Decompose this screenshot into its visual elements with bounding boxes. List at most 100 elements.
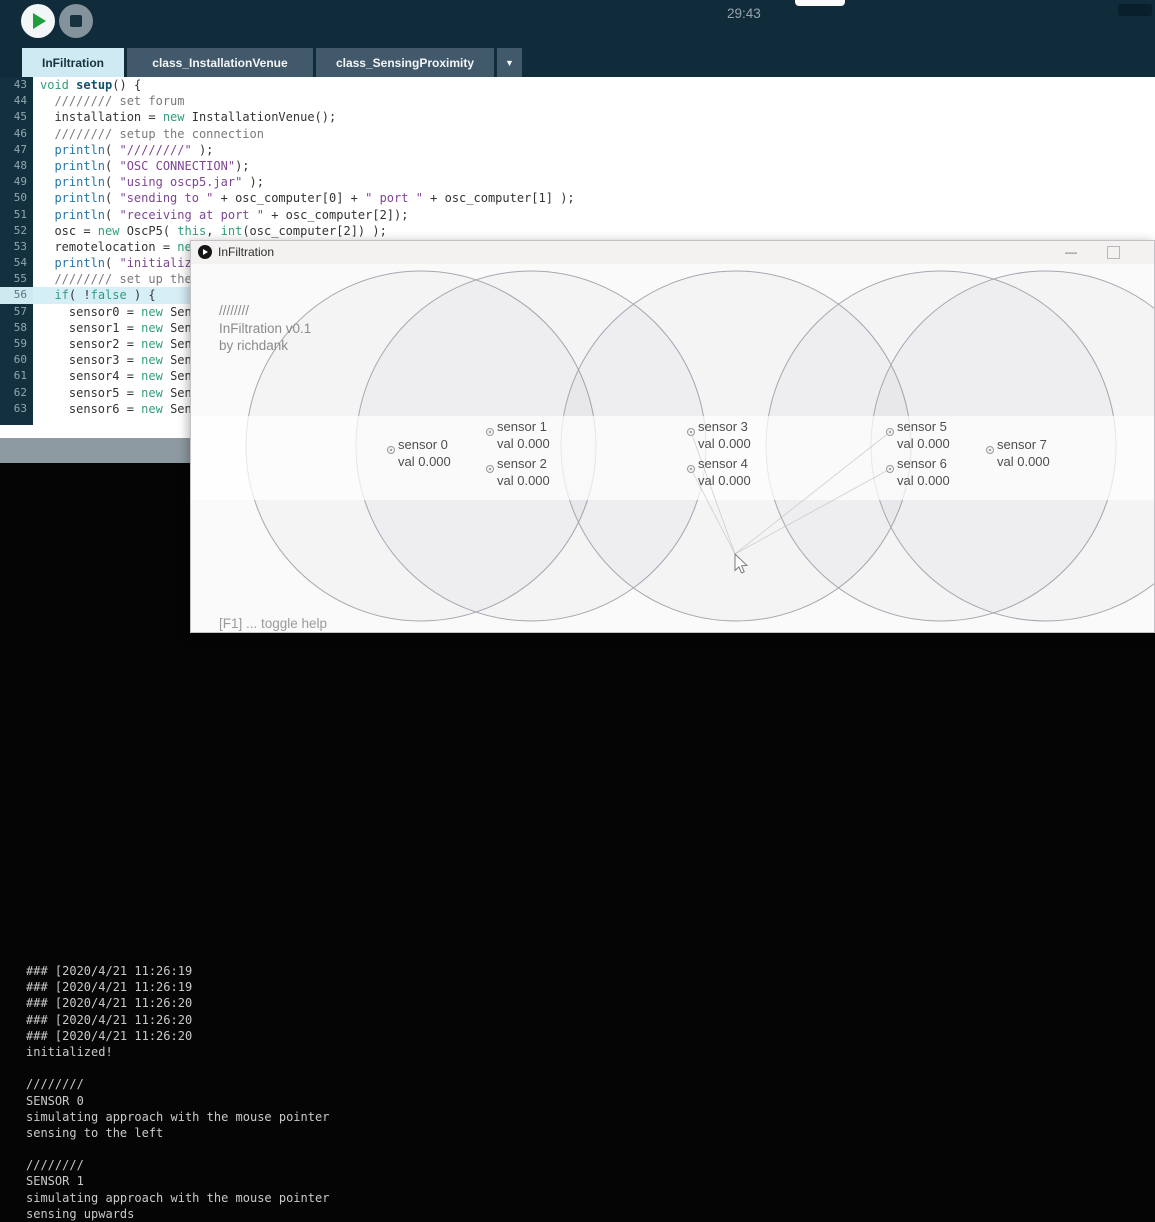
code-line-48: 48 println( "OSC CONNECTION");: [0, 158, 1155, 174]
sensor-name: sensor 2: [497, 455, 550, 472]
line-number: 50: [0, 190, 33, 206]
sensor-marker-dot: [690, 468, 692, 470]
code-text: println( "OSC CONNECTION");: [33, 158, 250, 174]
tab-InFiltration[interactable]: InFiltration: [22, 48, 124, 77]
code-line-52: 52 osc = new OscP5( this, int(osc_comput…: [0, 223, 1155, 239]
sketch-window-title: InFiltration: [218, 245, 274, 259]
sensor-value: val 0.000: [398, 453, 451, 470]
tab-bar: InFiltrationclass_InstallationVenueclass…: [0, 48, 1155, 77]
code-text: sensor6 = new Sensi: [33, 401, 206, 417]
sensor-label: sensor 1val 0.000: [497, 418, 550, 452]
line-number: 61: [0, 368, 33, 384]
sensor-marker-dot: [489, 468, 491, 470]
code-line-43: 43void setup() {: [0, 77, 1155, 93]
line-number: 43: [0, 77, 33, 93]
console-line: ////////: [26, 1076, 1146, 1092]
sensor-name: sensor 0: [398, 436, 451, 453]
tab-dropdown-button[interactable]: ▼: [497, 48, 522, 77]
console-line: [26, 1141, 1146, 1157]
sensor-label: sensor 5val 0.000: [897, 418, 950, 452]
sensor-label: sensor 4val 0.000: [698, 455, 751, 489]
sensor-label: sensor 0val 0.000: [398, 436, 451, 470]
sensor-value: val 0.000: [698, 435, 751, 452]
stop-icon: [70, 15, 82, 27]
line-number: 45: [0, 109, 33, 125]
line-number: 58: [0, 320, 33, 336]
help-hint: [F1] ... toggle help: [219, 616, 327, 631]
header-comment: ////////: [219, 302, 311, 320]
line-number: 47: [0, 142, 33, 158]
stop-button[interactable]: [59, 4, 93, 38]
sensor-value: val 0.000: [698, 472, 751, 489]
code-text: if( !false ) {: [33, 287, 156, 303]
line-number-gutter: [0, 417, 33, 425]
play-icon: [203, 249, 208, 255]
code-text: sensor4 = new Sensi: [33, 368, 206, 384]
code-text: sensor0 = new Sensi: [33, 304, 206, 320]
console-line: initialized!: [26, 1044, 1146, 1060]
line-number: 55: [0, 271, 33, 287]
sensor-marker-dot: [889, 468, 891, 470]
console-line: ### [2020/4/21 11:26:20: [26, 995, 1146, 1011]
sensor-marker-dot: [390, 449, 392, 451]
sensor-value: val 0.000: [897, 472, 950, 489]
minimize-button[interactable]: —: [1063, 244, 1079, 260]
code-text: void setup() {: [33, 77, 141, 93]
sensor-name: sensor 4: [698, 455, 751, 472]
code-line-49: 49 println( "using oscp5.jar" );: [0, 174, 1155, 190]
code-text: sensor2 = new Sensi: [33, 336, 206, 352]
code-text: println( "using oscp5.jar" );: [33, 174, 264, 190]
line-number: 53: [0, 239, 33, 255]
sketch-titlebar[interactable]: InFiltration —: [191, 241, 1154, 265]
tab-class_InstallationVenue[interactable]: class_InstallationVenue: [127, 48, 313, 77]
play-icon: [33, 13, 46, 29]
sketch-window: InFiltration — //////// InFiltration v0.…: [190, 240, 1155, 633]
run-button[interactable]: [21, 4, 55, 38]
console-output: ### [2020/4/21 11:26:19### [2020/4/21 11…: [26, 963, 1146, 1222]
sensor-name: sensor 1: [497, 418, 550, 435]
sensor-marker-dot: [690, 431, 692, 433]
code-line-44: 44 //////// set forum: [0, 93, 1155, 109]
processing-app-icon: [198, 245, 212, 259]
line-number: 60: [0, 352, 33, 368]
code-text: //////// setup the connection: [33, 126, 264, 142]
line-number: 54: [0, 255, 33, 271]
code-line-50: 50 println( "sending to " + osc_computer…: [0, 190, 1155, 206]
line-number: 59: [0, 336, 33, 352]
maximize-button[interactable]: [1107, 246, 1120, 259]
code-text: osc = new OscP5( this, int(osc_computer[…: [33, 223, 387, 239]
sensor-name: sensor 3: [698, 418, 751, 435]
line-number: 63: [0, 401, 33, 417]
code-text: sensor5 = new Sensi: [33, 385, 206, 401]
line-number: 52: [0, 223, 33, 239]
sketch-canvas[interactable]: //////// InFiltration v0.1 by richdank […: [191, 264, 1154, 632]
sensor-label: sensor 3val 0.000: [698, 418, 751, 452]
code-text: //////// set up the s: [33, 271, 206, 287]
tab-class_SensingProximity[interactable]: class_SensingProximity: [316, 48, 494, 77]
code-line-46: 46 //////// setup the connection: [0, 126, 1155, 142]
code-text: println( "////////" );: [33, 142, 213, 158]
sensor-marker-dot: [989, 449, 991, 451]
ide-toolbar: 29:43: [0, 0, 1155, 48]
line-number: 51: [0, 207, 33, 223]
sensor-value: val 0.000: [997, 453, 1050, 470]
code-text: //////// set forum: [33, 93, 185, 109]
sensor-value: val 0.000: [497, 472, 550, 489]
code-text: sensor3 = new Sensi: [33, 352, 206, 368]
sensor-label: sensor 7val 0.000: [997, 436, 1050, 470]
code-text: println( "initialized: [33, 255, 206, 271]
screen-recorder-tab[interactable]: [795, 0, 845, 6]
console-line: sensing upwards: [26, 1206, 1146, 1222]
console-line: ### [2020/4/21 11:26:19: [26, 979, 1146, 995]
console-line: ### [2020/4/21 11:26:20: [26, 1028, 1146, 1044]
console-line: ////////: [26, 1157, 1146, 1173]
line-number: 44: [0, 93, 33, 109]
sensor-label: sensor 2val 0.000: [497, 455, 550, 489]
line-number: 46: [0, 126, 33, 142]
sensor-label: sensor 6val 0.000: [897, 455, 950, 489]
console-line: SENSOR 1: [26, 1173, 1146, 1189]
console-line: sensing to the left: [26, 1125, 1146, 1141]
sensor-name: sensor 7: [997, 436, 1050, 453]
sensor-value: val 0.000: [897, 435, 950, 452]
code-line-51: 51 println( "receiving at port " + osc_c…: [0, 207, 1155, 223]
